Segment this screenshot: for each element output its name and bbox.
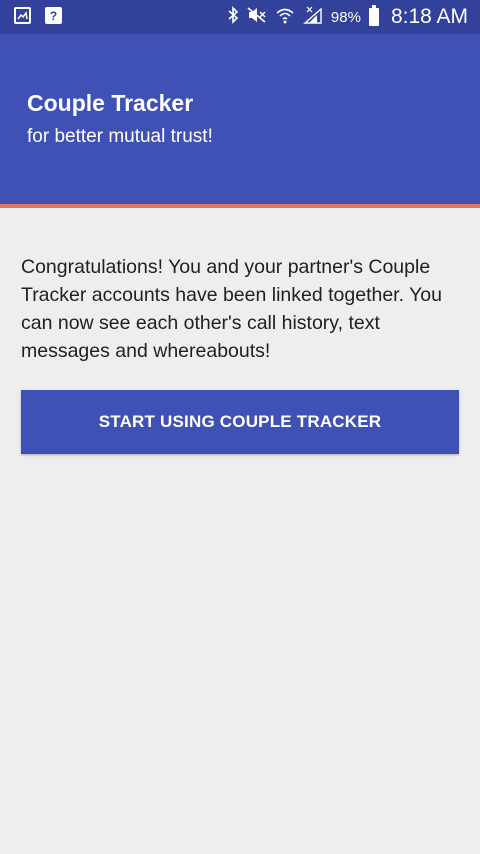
bluetooth-icon (227, 5, 239, 29)
clock: 8:18 AM (390, 5, 468, 28)
battery-icon (368, 5, 379, 26)
help-notification-icon: ? (45, 7, 62, 24)
app-subtitle: for better mutual trust! (27, 126, 213, 147)
signal-icon (303, 6, 323, 29)
wifi-icon (275, 6, 295, 29)
battery-percent: 98% (330, 8, 361, 26)
start-using-button[interactable]: START USING COUPLE TRACKER (21, 390, 459, 454)
link-success-message: Congratulations! You and your partner's … (21, 256, 442, 362)
notification-icons: ? (14, 7, 62, 24)
gallery-notification-icon (14, 7, 31, 24)
mute-icon (247, 6, 267, 29)
app-header: Couple Tracker for better mutual trust! (0, 34, 480, 204)
header-accent-divider (0, 204, 480, 208)
status-bar: ? 98% 8:18 AM (0, 0, 480, 34)
app-title: Couple Tracker (27, 90, 194, 116)
